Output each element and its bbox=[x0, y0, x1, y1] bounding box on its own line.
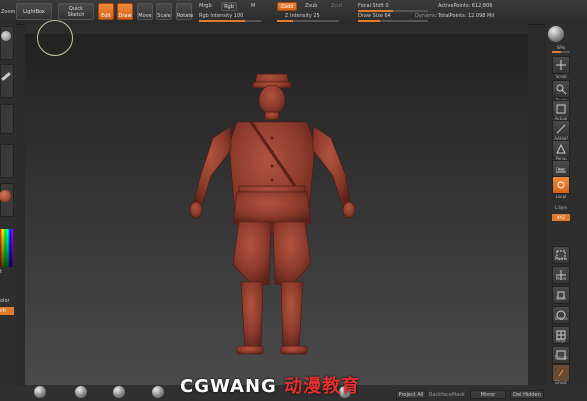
rgb-intensity-slider[interactable]: Rgb Intensity 100 bbox=[199, 13, 243, 19]
scale-button[interactable] bbox=[552, 286, 570, 304]
mirror-button[interactable]: Mirror bbox=[470, 390, 506, 399]
scale-label: Scale bbox=[555, 296, 567, 301]
m-toggle[interactable]: M bbox=[251, 3, 255, 9]
lightbox-button[interactable]: LightBox bbox=[16, 3, 52, 20]
mrgb-toggle[interactable]: Mrgb bbox=[199, 3, 212, 9]
rotate-label: Rotate bbox=[554, 316, 568, 321]
alpha-thumbnail[interactable] bbox=[0, 104, 14, 134]
draw-button[interactable]: Draw bbox=[117, 3, 133, 20]
draw-size-track[interactable] bbox=[358, 20, 428, 22]
move-label: Move bbox=[555, 276, 567, 281]
zadd-toggle[interactable]: Zadd bbox=[277, 2, 297, 11]
frame-button[interactable] bbox=[552, 246, 570, 264]
brush-sphere-icon[interactable] bbox=[152, 386, 164, 398]
material-sphere-icon bbox=[0, 190, 11, 202]
rotate-button[interactable]: Rotate bbox=[176, 3, 193, 20]
top-toolbar: Zoom LightBox Quick Sketch Edit Draw Mov… bbox=[0, 0, 587, 25]
watermark-chinese: 动漫教育 bbox=[284, 376, 361, 397]
focal-shift-track[interactable] bbox=[358, 10, 428, 12]
brush-sphere-icon[interactable] bbox=[34, 386, 46, 398]
color-picker-caption: t bbox=[0, 269, 2, 275]
lsym-label[interactable]: L.Sym bbox=[548, 205, 574, 210]
rotate-button[interactable] bbox=[552, 306, 570, 324]
move-button[interactable]: Move bbox=[137, 3, 153, 20]
z-intensity-track[interactable] bbox=[277, 20, 339, 22]
zoom-icon bbox=[556, 84, 567, 95]
quick-sketch-button[interactable]: Quick Sketch bbox=[58, 3, 94, 20]
backface-mask-toggle[interactable]: BackfaceMask bbox=[429, 392, 465, 398]
local-label: Local bbox=[555, 194, 567, 199]
canvas-viewport[interactable] bbox=[25, 20, 528, 385]
bpr-sphere-icon[interactable] bbox=[548, 26, 564, 42]
viewport-header bbox=[25, 24, 528, 34]
rgb-intensity-track[interactable] bbox=[199, 20, 261, 22]
brush-cursor bbox=[37, 20, 73, 56]
del-hidden-button[interactable]: Del Hidden bbox=[510, 390, 544, 399]
zsub-toggle[interactable]: Zsub bbox=[305, 3, 317, 9]
scale-button[interactable]: Scale bbox=[156, 3, 172, 20]
dynamic-toggle[interactable]: Dynamic bbox=[415, 13, 437, 19]
xyz-button[interactable]: XYZ bbox=[552, 214, 570, 221]
aahalf-icon bbox=[556, 124, 566, 134]
draw-size-slider[interactable]: Draw Size 64 bbox=[358, 13, 391, 19]
transp-label: Transp bbox=[554, 355, 568, 360]
brush-sphere-icon[interactable] bbox=[113, 386, 125, 398]
scroll-label: Scroll bbox=[555, 74, 567, 79]
total-points-readout: TotalPoints: 12.098 Mil bbox=[438, 13, 495, 19]
switch-color-button[interactable]: ch bbox=[0, 307, 14, 315]
local-button[interactable] bbox=[552, 176, 570, 194]
brush-sphere-icon[interactable] bbox=[75, 386, 87, 398]
zoom-button[interactable] bbox=[552, 80, 570, 98]
scroll-icon bbox=[556, 60, 566, 70]
soldier-sculpt-model bbox=[189, 73, 356, 355]
polyf-label: PolyF bbox=[555, 338, 567, 343]
zoom-label[interactable]: Zoom bbox=[1, 9, 15, 15]
persp-icon bbox=[556, 143, 566, 154]
color-picker[interactable] bbox=[0, 229, 13, 267]
actual-icon bbox=[556, 104, 566, 114]
material-thumbnail[interactable] bbox=[0, 183, 14, 217]
local-icon bbox=[557, 181, 565, 189]
ghost-icon bbox=[558, 369, 564, 377]
project-all-button[interactable]: Project All bbox=[396, 390, 426, 399]
stroke-thumbnail[interactable] bbox=[0, 64, 14, 98]
spix-label[interactable]: SPix bbox=[548, 45, 574, 50]
color-label: olor bbox=[0, 298, 10, 304]
brush-sphere-icon bbox=[1, 31, 11, 41]
z-intensity-slider[interactable]: Z Intensity 25 bbox=[285, 13, 320, 19]
rgb-toggle[interactable]: Rgb bbox=[221, 2, 237, 11]
zcut-toggle[interactable]: Zcut bbox=[331, 3, 342, 9]
floor-label: Floor bbox=[556, 167, 566, 172]
edit-button[interactable]: Edit bbox=[98, 3, 114, 20]
focal-shift-slider[interactable]: Focal Shift 0 bbox=[358, 3, 389, 9]
frame-label: Frame bbox=[554, 256, 568, 261]
color-picker-shade bbox=[0, 229, 13, 267]
watermark: CGWANG 动漫教育 bbox=[180, 372, 361, 397]
active-points-readout: ActivePoints: 612,806 bbox=[438, 3, 493, 9]
spix-slider[interactable] bbox=[552, 51, 570, 53]
watermark-latin: CGWANG bbox=[180, 376, 277, 397]
scroll-button[interactable] bbox=[552, 56, 570, 74]
move-button[interactable] bbox=[552, 266, 570, 284]
texture-thumbnail[interactable] bbox=[0, 144, 14, 178]
quick-sketch-line2: Sketch bbox=[67, 12, 85, 18]
stroke-icon bbox=[1, 72, 11, 81]
brush-thumbnail[interactable] bbox=[0, 26, 14, 60]
